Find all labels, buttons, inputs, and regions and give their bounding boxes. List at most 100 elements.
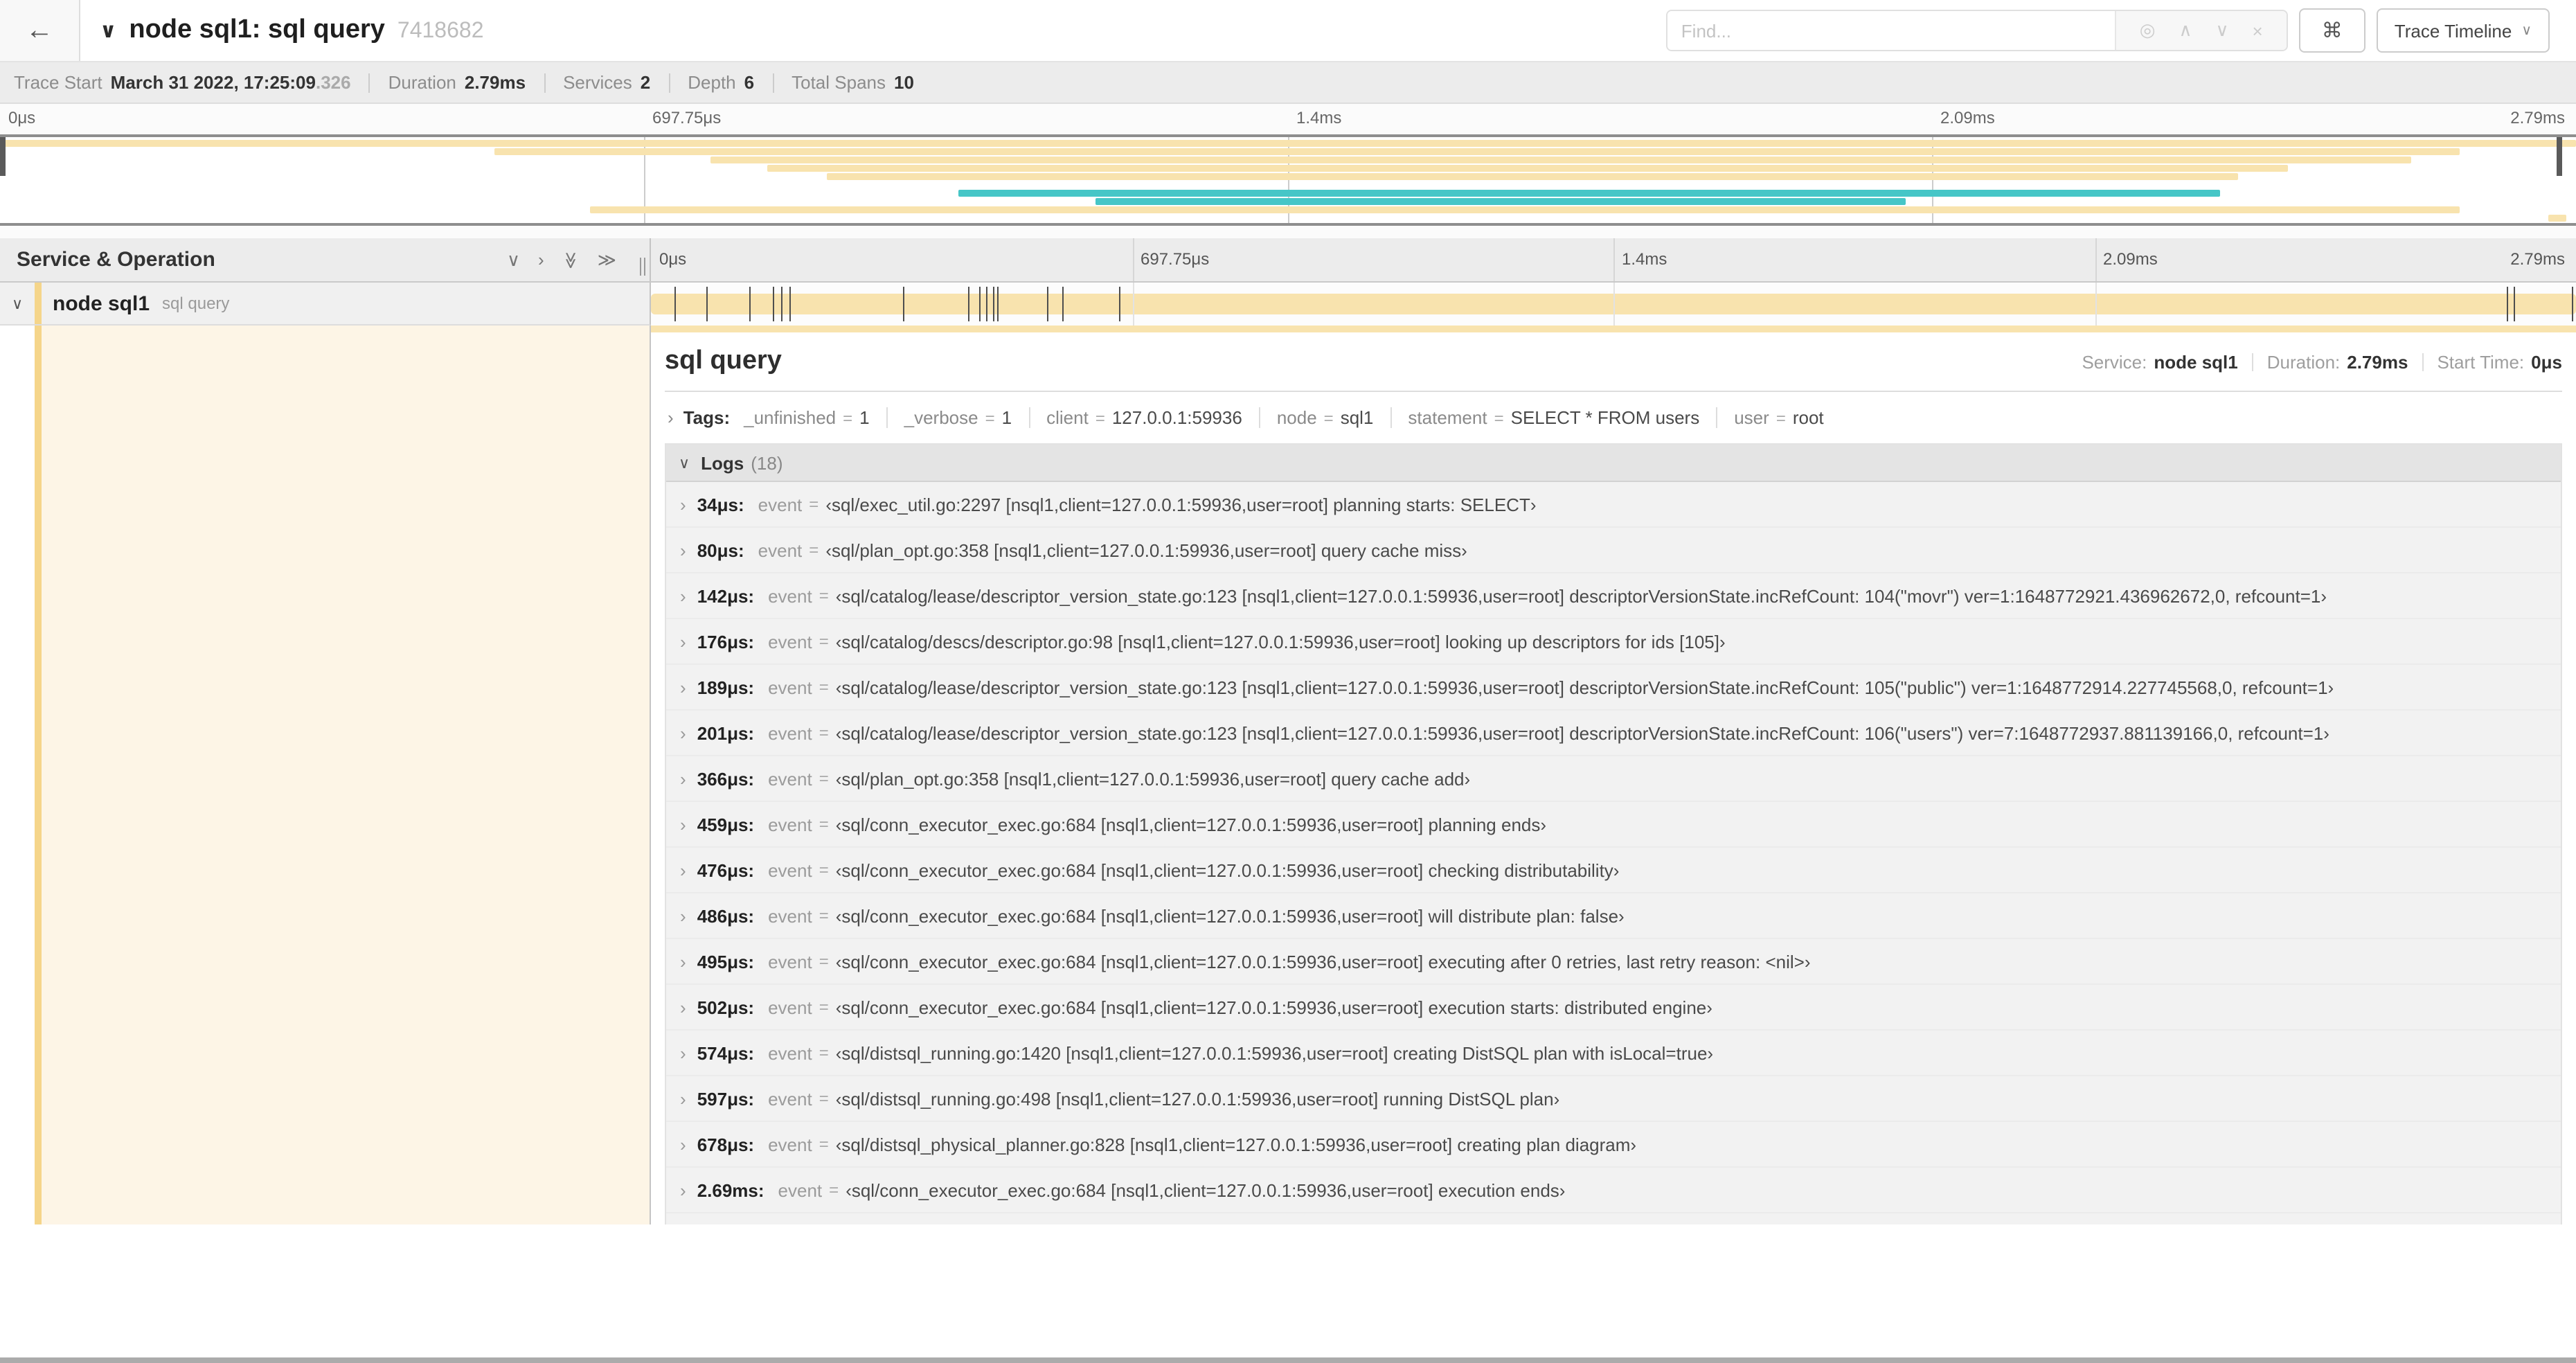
log-timestamp: 366μs: xyxy=(697,768,755,789)
log-marker[interactable] xyxy=(992,287,994,321)
column-resizer-grip[interactable] xyxy=(640,258,645,276)
clear-search-icon[interactable]: × xyxy=(2253,20,2263,41)
chevron-down-icon[interactable]: ∨ xyxy=(100,18,116,43)
tag-item[interactable]: _verbose = 1 xyxy=(886,407,1028,427)
log-marker[interactable] xyxy=(997,287,999,321)
log-row[interactable]: › 189μs: event = ‹sql/catalog/lease/descript… xyxy=(666,665,2561,711)
log-marker[interactable] xyxy=(749,287,751,321)
expand-one-icon[interactable]: › xyxy=(538,249,544,270)
equals-sign: = xyxy=(819,1134,829,1154)
log-row[interactable]: › 502μs: event = ‹sql/conn_executor_exec.go:… xyxy=(666,985,2561,1031)
tags-row[interactable]: › Tags: _unfinished = 1 _verbose = 1 client = 12… xyxy=(665,399,2562,435)
log-marker[interactable] xyxy=(789,287,791,321)
log-row[interactable]: › 142μs: event = ‹sql/catalog/lease/descript… xyxy=(666,573,2561,619)
chevron-right-icon[interactable]: › xyxy=(680,677,686,697)
tag-key: statement xyxy=(1408,407,1487,427)
chevron-right-icon[interactable]: › xyxy=(680,631,686,652)
divider xyxy=(368,73,370,92)
log-marker[interactable] xyxy=(674,287,676,321)
log-row[interactable]: ›2.7ms:event=‹sql/conn_executor_exec.go:… xyxy=(666,1213,2561,1224)
chevron-right-icon[interactable]: › xyxy=(680,1088,686,1109)
chevron-right-icon[interactable]: › xyxy=(680,540,686,560)
equals-sign: = xyxy=(819,860,829,880)
chevron-right-icon[interactable]: › xyxy=(680,722,686,743)
expand-all-icon[interactable]: ≫ xyxy=(598,249,616,271)
chevron-right-icon[interactable]: › xyxy=(668,407,674,427)
next-match-icon[interactable]: ∨ xyxy=(2216,19,2229,42)
log-row[interactable]: › 574μs: event = ‹sql/distsql_running.go:142… xyxy=(666,1031,2561,1076)
equals-sign: = xyxy=(1494,408,1504,427)
log-row[interactable]: › 176μs: event = ‹sql/catalog/descs/descript… xyxy=(666,619,2561,665)
log-marker[interactable] xyxy=(1046,287,1048,321)
prev-match-icon[interactable]: ∧ xyxy=(2179,19,2192,42)
log-row[interactable]: › 366μs: event = ‹sql/plan_opt.go:358 [nsql1… xyxy=(666,756,2561,802)
tag-item[interactable]: node = sql1 xyxy=(1258,407,1390,427)
log-field: event xyxy=(758,540,803,560)
span-name-cell[interactable]: ∨ node sql1 sql query xyxy=(0,283,651,326)
log-marker[interactable] xyxy=(979,287,981,321)
trace-title-wrap[interactable]: ∨ node sql1: sql query 7418682 xyxy=(100,15,484,46)
log-marker[interactable] xyxy=(1118,287,1120,321)
chevron-down-icon[interactable]: ∨ xyxy=(0,294,35,312)
log-row[interactable]: › 459μs: event = ‹sql/conn_executor_exec.go:… xyxy=(666,802,2561,848)
log-marker[interactable] xyxy=(772,287,774,321)
span-bar-cell[interactable] xyxy=(651,283,2576,326)
scrubber-right-handle[interactable] xyxy=(2557,137,2562,176)
collapse-one-icon[interactable]: ∨ xyxy=(507,249,520,271)
log-row[interactable]: › 678μs: event = ‹sql/distsql_physical_plann… xyxy=(666,1122,2561,1168)
chevron-right-icon[interactable]: › xyxy=(680,1042,686,1063)
chevron-right-icon[interactable]: › xyxy=(680,814,686,835)
command-icon: ⌘ xyxy=(2321,19,2343,43)
span-color-strip xyxy=(35,326,42,1224)
chevron-right-icon[interactable]: › xyxy=(680,1179,686,1200)
log-marker[interactable] xyxy=(986,287,988,321)
log-marker[interactable] xyxy=(1062,287,1064,321)
log-row[interactable]: › 80μs: event = ‹sql/plan_opt.go:358 [nsql1,… xyxy=(666,528,2561,573)
log-marker[interactable] xyxy=(2572,287,2574,321)
focus-target-icon[interactable]: ◎ xyxy=(2140,19,2156,42)
chevron-right-icon[interactable]: › xyxy=(680,859,686,880)
chevron-right-icon[interactable]: › xyxy=(680,905,686,926)
tick-label: 2.09ms xyxy=(1940,108,1995,127)
equals-sign: = xyxy=(819,952,829,971)
tag-value: sql1 xyxy=(1340,407,1374,427)
find-input[interactable] xyxy=(1667,11,2115,50)
log-row[interactable]: › 597μs: event = ‹sql/distsql_running.go:498… xyxy=(666,1076,2561,1122)
log-marker[interactable] xyxy=(2507,287,2509,321)
back-button[interactable]: ← xyxy=(0,0,80,61)
log-row[interactable]: › 476μs: event = ‹sql/conn_executor_exec.go:… xyxy=(666,848,2561,893)
span-row[interactable]: ∨ node sql1 sql query xyxy=(0,283,2576,326)
log-marker[interactable] xyxy=(706,287,708,321)
scrubber-left-handle[interactable] xyxy=(0,137,6,176)
log-field: event xyxy=(778,1179,823,1200)
chevron-down-icon[interactable]: ∨ xyxy=(679,454,690,472)
log-marker[interactable] xyxy=(781,287,783,321)
log-row[interactable]: › 34μs: event = ‹sql/exec_util.go:2297 [nsql… xyxy=(666,482,2561,528)
collapse-all-icon[interactable]: ≫ xyxy=(561,251,580,268)
log-row[interactable]: › 201μs: event = ‹sql/catalog/lease/descript… xyxy=(666,711,2561,756)
chevron-right-icon[interactable]: › xyxy=(680,494,686,515)
tag-item[interactable]: client = 127.0.0.1:59936 xyxy=(1028,407,1259,427)
tag-item[interactable]: statement = SELECT * FROM users xyxy=(1390,407,1716,427)
logs-header[interactable]: ∨ Logs (18) xyxy=(666,445,2561,482)
chevron-right-icon[interactable]: › xyxy=(680,1134,686,1155)
log-row[interactable]: › 486μs: event = ‹sql/conn_executor_exec.go:… xyxy=(666,893,2561,939)
log-row[interactable]: › 495μs: event = ‹sql/conn_executor_exec.go:… xyxy=(666,939,2561,985)
log-marker[interactable] xyxy=(2514,287,2516,321)
log-marker[interactable] xyxy=(967,287,969,321)
tag-key: _verbose xyxy=(904,407,978,427)
chevron-right-icon[interactable]: › xyxy=(680,997,686,1017)
chevron-right-icon[interactable]: › xyxy=(680,585,686,606)
tag-item[interactable]: user = root xyxy=(1716,407,1840,427)
minimap-scrubber[interactable] xyxy=(0,134,2576,226)
view-selector-button[interactable]: Trace Timeline ∨ xyxy=(2376,8,2550,53)
log-row[interactable]: › 2.69ms: event = ‹sql/conn_executor_exec.go… xyxy=(666,1168,2561,1213)
log-marker[interactable] xyxy=(903,287,905,321)
equals-sign: = xyxy=(819,586,829,605)
tag-item[interactable]: _unfinished = 1 xyxy=(744,407,886,427)
keyboard-shortcuts-button[interactable]: ⌘ xyxy=(2298,8,2365,53)
summary-label: Services xyxy=(563,72,632,93)
chevron-down-icon: ∨ xyxy=(2521,23,2532,38)
chevron-right-icon[interactable]: › xyxy=(680,951,686,972)
chevron-right-icon[interactable]: › xyxy=(680,768,686,789)
